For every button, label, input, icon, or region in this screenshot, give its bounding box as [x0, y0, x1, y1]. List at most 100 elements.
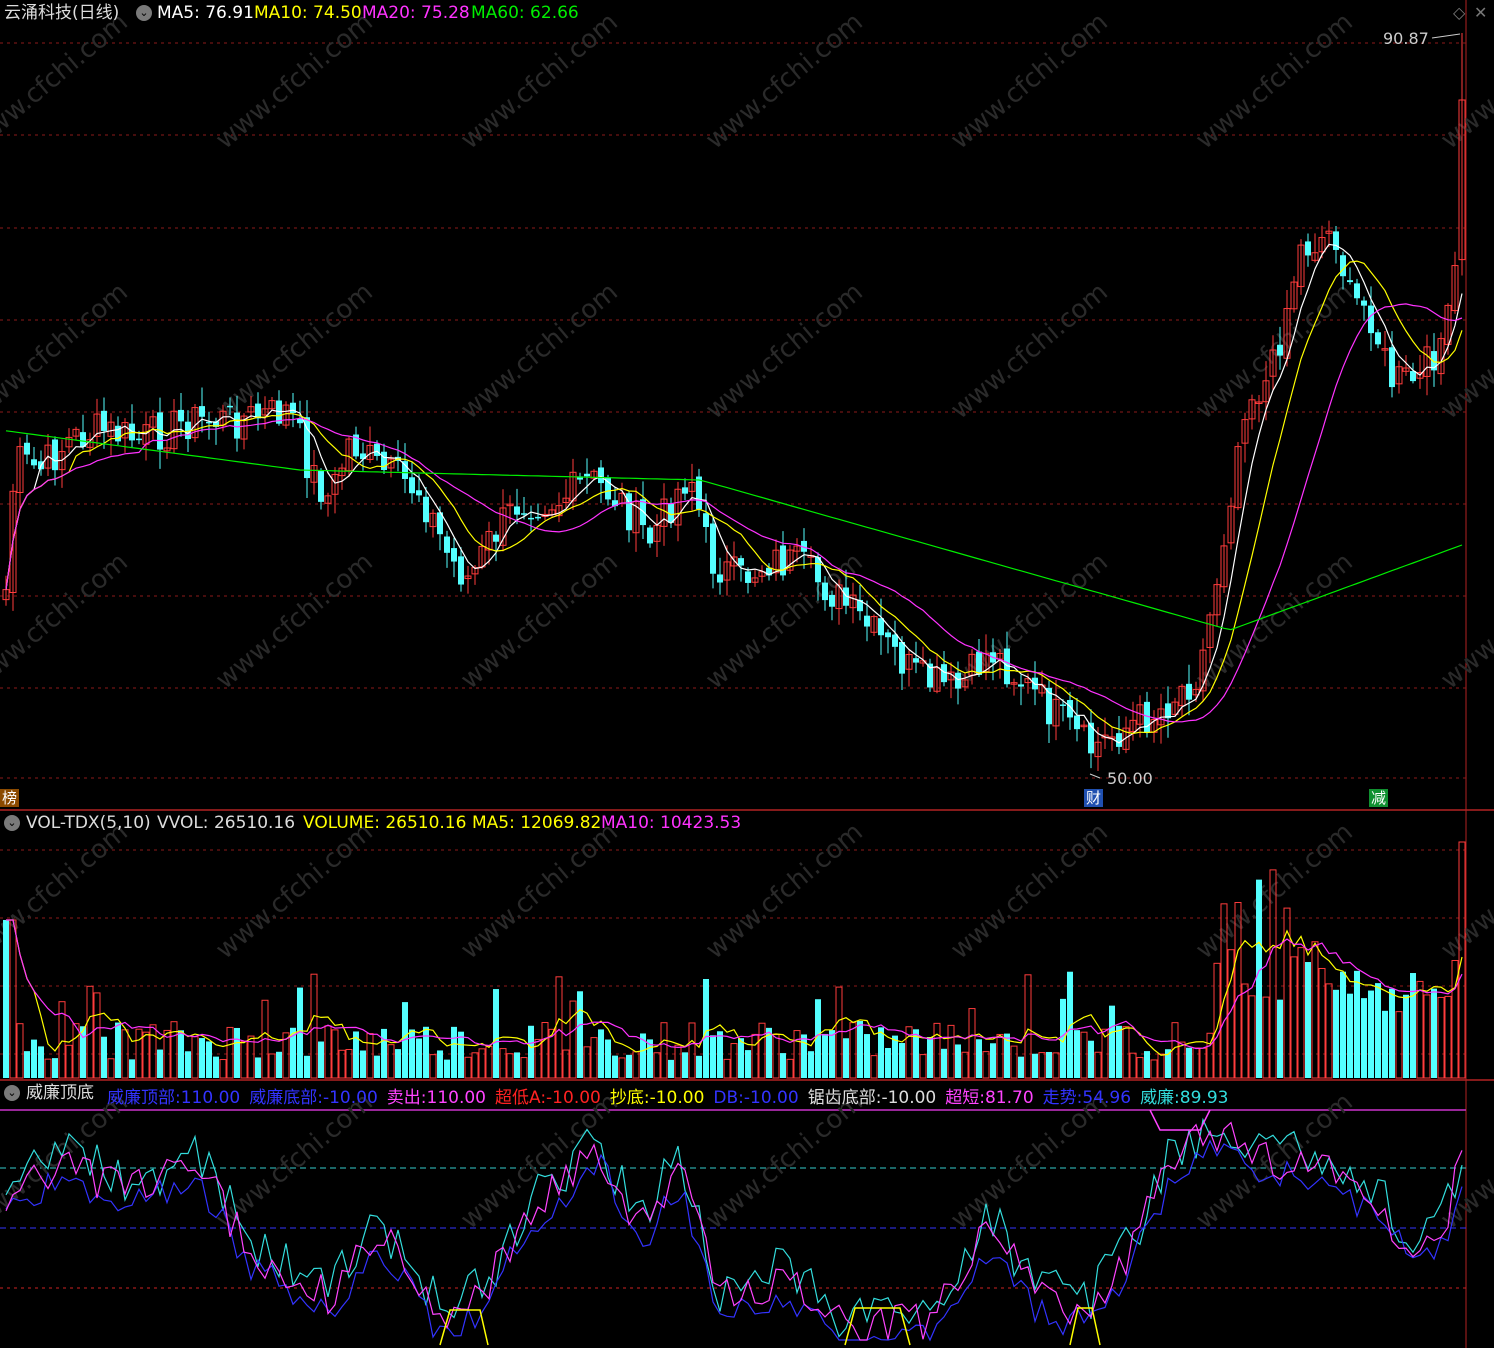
volume-bar-up: [219, 1059, 227, 1079]
volume-bar-up: [849, 1022, 857, 1079]
volume-bar-up: [1262, 996, 1270, 1079]
close-icon[interactable]: ✕: [1474, 3, 1487, 23]
candle-body-down: [738, 558, 744, 566]
volume-bar-up: [366, 1033, 374, 1079]
chevron-down-icon[interactable]: ⌄: [4, 815, 20, 831]
volume-bar-down: [1109, 1005, 1115, 1078]
volume-bar-down: [808, 1051, 814, 1078]
volume-bar-down: [1046, 1051, 1052, 1078]
volume-bar-down: [626, 1054, 632, 1078]
volume-bar-up: [1038, 1052, 1046, 1079]
marker-cai[interactable]: 财: [1084, 789, 1104, 807]
volume-bar-down: [458, 1031, 464, 1078]
diamond-icon[interactable]: ◇: [1453, 3, 1465, 23]
volume-bar-down: [234, 1027, 240, 1078]
volume-bar-down: [1088, 1040, 1094, 1078]
bottom-signal: [1069, 1307, 1101, 1346]
volume-bar-up: [870, 1055, 878, 1079]
volume-bar-up: [506, 1053, 514, 1079]
volume-bar-down: [1018, 1056, 1024, 1078]
volume-bar-up: [1024, 974, 1032, 1079]
watermark: www.cfchi.com: [210, 817, 379, 965]
volume-bar-up: [1052, 1052, 1060, 1079]
volume-bar-up: [723, 1058, 731, 1079]
volume-bar-up: [142, 1031, 150, 1079]
candle-body-down: [1165, 703, 1171, 719]
candle-body-down: [598, 467, 604, 484]
candle-body-down: [227, 405, 233, 408]
osc-item: 威廉:89.93: [1140, 1088, 1228, 1108]
osc-item-value: -10.00: [649, 1088, 705, 1108]
candle-body-down: [1060, 704, 1066, 706]
volume-bar-down: [1354, 970, 1360, 1078]
osc-item-value: -10.00: [546, 1088, 601, 1108]
volume-bar-up: [996, 1033, 1004, 1079]
watermark: www.cfchi.com: [210, 7, 379, 155]
candle-body-down: [1116, 733, 1122, 747]
watermark: www.cfchi.com: [945, 7, 1114, 155]
volume-bar-down: [857, 1020, 863, 1078]
candle-body-down: [822, 582, 828, 601]
candle-body-down: [647, 527, 653, 544]
volume-bar-down: [717, 1031, 723, 1078]
volume-bar-up: [555, 976, 563, 1079]
volume-bar-down: [1165, 1049, 1171, 1078]
candle-body-down: [458, 556, 464, 585]
volume-bar-up: [226, 1026, 234, 1079]
candle-body-down: [885, 632, 891, 638]
volume-bar-down: [185, 1051, 191, 1078]
volume-bar-down: [605, 1039, 611, 1078]
marker-jian[interactable]: 减: [1369, 789, 1389, 807]
volume-bar-down: [598, 1029, 604, 1078]
volume-bar-up: [1157, 1053, 1165, 1079]
candle-body-down: [1368, 305, 1374, 334]
volume-bar-down: [1410, 973, 1416, 1078]
low-price-label: 50.00: [1107, 769, 1153, 788]
chevron-down-icon[interactable]: ⌄: [136, 5, 152, 21]
top-signal: [1149, 1109, 1211, 1131]
volume-bar-up: [429, 1054, 437, 1079]
volume-bar-down: [101, 1036, 107, 1078]
watermark: www.cfchi.com: [1435, 547, 1494, 695]
high-arrow: [1431, 33, 1461, 39]
volume-bar-down: [941, 1048, 947, 1078]
volume-bar-down: [577, 991, 583, 1078]
stock-chart[interactable]: www.cfchi.com www.cfchi.com www.cfchi.com w…: [0, 0, 1494, 1348]
candle-body-down: [234, 412, 240, 439]
volume-bar-down: [864, 1034, 870, 1078]
volume-bar-up: [485, 1045, 493, 1079]
candle-body-down: [1354, 283, 1360, 299]
candle-body-down: [1305, 241, 1311, 256]
volume-bar-up: [688, 1022, 696, 1079]
volume-bar-up: [93, 992, 101, 1079]
volume-bar-up: [674, 1044, 682, 1079]
volume-bar-up: [772, 1034, 780, 1079]
watermark: www.cfchi.com: [945, 817, 1114, 965]
volume-bar-down: [780, 1053, 786, 1078]
watermark: www.cfchi.com: [0, 7, 134, 155]
volume-bar-up: [541, 1022, 549, 1079]
volume-bar-up: [618, 1057, 626, 1079]
volume-bar-up: [1192, 1047, 1200, 1079]
watermark: www.cfchi.com: [945, 547, 1114, 695]
candle-body-down: [584, 473, 590, 477]
volume-bar-down: [423, 1026, 429, 1078]
marker-left[interactable]: 榜: [0, 789, 20, 807]
volume-bar-up: [786, 1058, 794, 1079]
volume-bar-down: [1382, 1010, 1388, 1078]
ma60-label: MA60: 62.66: [471, 3, 579, 23]
volume-bar-up: [569, 1000, 577, 1079]
volume-bar-down: [955, 1044, 961, 1078]
vol-indicator-name: VOL-TDX(5,10): [26, 813, 151, 833]
volume-bar-down: [206, 1041, 212, 1078]
volume-bar-down: [444, 1059, 450, 1078]
volume-bar-down: [199, 1038, 205, 1078]
volume-bar-up: [590, 1037, 598, 1079]
osc-item-label: 威廉:: [1140, 1088, 1180, 1108]
candle-body-down: [1340, 255, 1346, 277]
low-arrow: [1089, 773, 1101, 779]
chevron-down-icon[interactable]: ⌄: [4, 1085, 20, 1101]
volume-bar-up: [919, 1054, 927, 1079]
volume-bar-up: [240, 1040, 248, 1079]
volume-bar-up: [65, 1044, 73, 1079]
